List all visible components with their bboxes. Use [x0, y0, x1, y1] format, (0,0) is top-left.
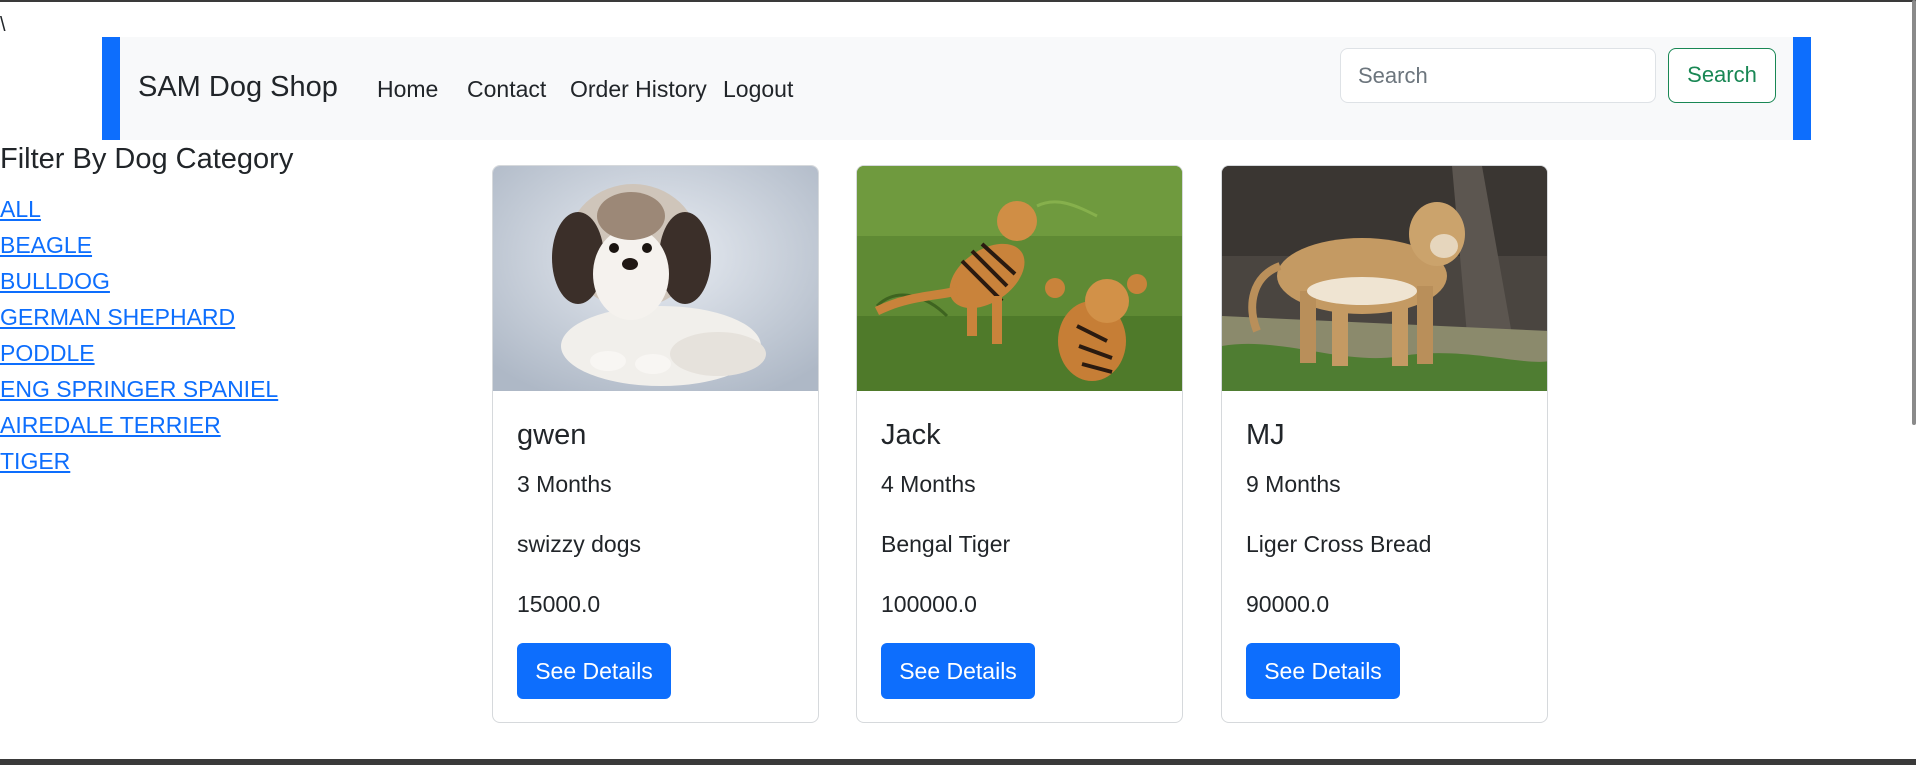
- product-name: Jack: [881, 419, 941, 451]
- category-link-all[interactable]: ALL: [0, 196, 41, 222]
- see-details-button[interactable]: See Details: [517, 643, 671, 699]
- product-description: Bengal Tiger: [881, 531, 1011, 557]
- product-description: Liger Cross Bread: [1246, 531, 1432, 557]
- search-button[interactable]: Search: [1668, 48, 1776, 103]
- filter-title: Filter By Dog Category: [0, 143, 294, 175]
- product-card-mj: MJ 9 Months Liger Cross Bread 90000.0 Se…: [1221, 165, 1548, 723]
- nav-link-contact[interactable]: Contact: [467, 76, 546, 103]
- nav-link-order-history[interactable]: Order History: [570, 76, 707, 103]
- product-card-jack: Jack 4 Months Bengal Tiger 100000.0 See …: [856, 165, 1183, 723]
- category-list: ALL BEAGLE BULLDOG GERMAN SHEPHARD PODDL…: [0, 194, 278, 482]
- see-details-button[interactable]: See Details: [881, 643, 1035, 699]
- category-link-eng-springer-spaniel[interactable]: ENG SPRINGER SPANIEL: [0, 376, 278, 402]
- product-age: 9 Months: [1246, 471, 1341, 497]
- see-details-button[interactable]: See Details: [1246, 643, 1400, 699]
- window-bottom-border: [0, 759, 1916, 765]
- product-price: 100000.0: [881, 591, 977, 617]
- nav-link-logout[interactable]: Logout: [723, 76, 793, 103]
- category-link-bulldog[interactable]: BULLDOG: [0, 268, 110, 294]
- navbar: SAM Dog Shop Home Contact Order History …: [102, 37, 1811, 140]
- navbar-brand[interactable]: SAM Dog Shop: [138, 71, 338, 104]
- product-price: 15000.0: [517, 591, 601, 617]
- tiger-cubs-photo: [857, 166, 1182, 391]
- product-age: 4 Months: [881, 471, 976, 497]
- product-card-gwen: gwen 3 Months swizzy dogs 15000.0 See De…: [492, 165, 819, 723]
- shih-tzu-dog-photo: [493, 166, 818, 391]
- product-name: MJ: [1246, 419, 1285, 451]
- product-description: swizzy dogs: [517, 531, 641, 557]
- page-scrollbar[interactable]: [1912, 0, 1916, 425]
- nav-link-home[interactable]: Home: [377, 76, 438, 103]
- stray-text: \: [0, 14, 6, 36]
- product-name: gwen: [517, 419, 587, 451]
- category-link-poddle[interactable]: PODDLE: [0, 340, 95, 366]
- category-link-airedale-terrier[interactable]: AIREDALE TERRIER: [0, 412, 221, 438]
- window-top-border: [0, 0, 1916, 2]
- category-link-beagle[interactable]: BEAGLE: [0, 232, 92, 258]
- category-link-tiger[interactable]: TIGER: [0, 448, 70, 474]
- product-price: 90000.0: [1246, 591, 1330, 617]
- search-input[interactable]: [1340, 48, 1656, 103]
- liger-photo: [1222, 166, 1547, 391]
- category-link-german-shephard[interactable]: GERMAN SHEPHARD: [0, 304, 235, 330]
- product-age: 3 Months: [517, 471, 612, 497]
